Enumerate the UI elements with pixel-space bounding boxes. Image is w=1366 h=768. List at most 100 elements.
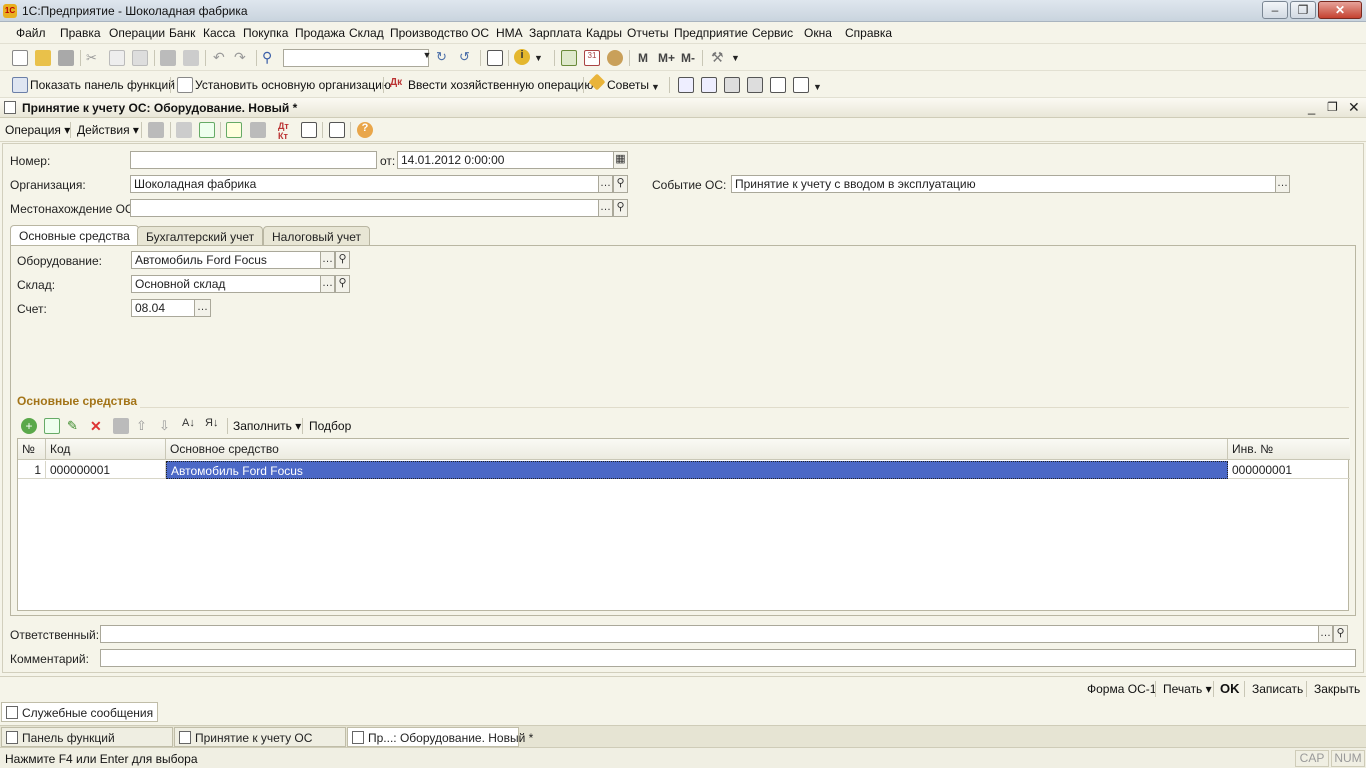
- tips-button[interactable]: Советы: [607, 78, 649, 92]
- memory-m-button[interactable]: M: [638, 51, 648, 65]
- close-form-button[interactable]: Закрыть: [1314, 682, 1360, 696]
- calendar-icon[interactable]: 31: [584, 50, 600, 66]
- cut-icon[interactable]: ✂: [86, 50, 102, 66]
- menu-enterprise[interactable]: Предприятие: [674, 26, 748, 40]
- menu-hr[interactable]: Кадры: [586, 26, 622, 40]
- tools-icon[interactable]: ⚒: [711, 49, 727, 65]
- assets-table[interactable]: № Код Основное средство Инв. № 1 0000000…: [17, 438, 1350, 611]
- calculator-icon[interactable]: [561, 50, 577, 66]
- post-icon[interactable]: [148, 122, 164, 138]
- memory-minus-button[interactable]: M-: [681, 51, 695, 65]
- save-icon[interactable]: [58, 50, 74, 66]
- menu-purchase[interactable]: Покупка: [243, 26, 288, 40]
- warehouse-search-icon[interactable]: ⚲: [335, 275, 350, 293]
- menu-bank[interactable]: Банк: [169, 26, 195, 40]
- show-panel-button[interactable]: Показать панель функций: [30, 78, 175, 92]
- search-icon[interactable]: ⚲: [262, 49, 278, 65]
- menu-warehouse[interactable]: Склад: [349, 26, 384, 40]
- copy-row-icon[interactable]: [44, 418, 60, 434]
- print-button[interactable]: Печать ▾: [1163, 682, 1212, 696]
- maximize-button[interactable]: ❐: [1290, 1, 1316, 19]
- structure-icon[interactable]: [250, 122, 266, 138]
- number-field[interactable]: [130, 151, 377, 169]
- tab-fixed-assets[interactable]: Основные средства: [10, 225, 139, 246]
- close-button[interactable]: ✕: [1318, 1, 1362, 19]
- date-field[interactable]: 14.01.2012 0:00:00: [397, 151, 614, 169]
- copy-icon[interactable]: [109, 50, 125, 66]
- operation-menu[interactable]: Операция ▾: [5, 123, 70, 137]
- new-document-icon[interactable]: [12, 50, 28, 66]
- row-number-cell[interactable]: 1: [18, 461, 46, 479]
- task-current-document[interactable]: Пр...: Оборудование. Новый *: [347, 727, 533, 747]
- find-prev-icon[interactable]: ↺: [459, 49, 475, 65]
- event-select-button[interactable]: …: [1275, 175, 1290, 193]
- find-next-icon[interactable]: ↻: [436, 49, 452, 65]
- help-icon[interactable]: ?: [357, 122, 373, 138]
- menu-reports[interactable]: Отчеты: [627, 26, 668, 40]
- set-main-org-button[interactable]: Установить основную организацию: [195, 78, 391, 92]
- row-asset-cell[interactable]: Автомобиль Ford Focus: [166, 461, 1228, 479]
- chart-of-accounts-icon[interactable]: [701, 77, 717, 93]
- open-folder-icon[interactable]: [35, 50, 51, 66]
- menu-edit[interactable]: Правка: [60, 26, 101, 40]
- select-button[interactable]: Подбор: [309, 419, 351, 433]
- windows-list-icon[interactable]: [487, 50, 503, 66]
- unpost-icon[interactable]: [176, 122, 192, 138]
- menu-production[interactable]: Производство: [390, 26, 468, 40]
- save-button[interactable]: Записать: [1252, 682, 1303, 696]
- task-function-panel[interactable]: Панель функций: [1, 727, 173, 747]
- doc-close-button[interactable]: ✕: [1348, 99, 1360, 116]
- account-field[interactable]: 08.04: [131, 299, 195, 317]
- menu-sale[interactable]: Продажа: [295, 26, 345, 40]
- search-combo-input[interactable]: [283, 49, 429, 67]
- responsible-search-icon[interactable]: ⚲: [1333, 625, 1348, 643]
- comment-field[interactable]: [100, 649, 1356, 667]
- move-down-icon[interactable]: ⇩: [159, 418, 175, 434]
- column-header-code[interactable]: Код: [46, 439, 166, 460]
- location-search-icon[interactable]: ⚲: [613, 199, 628, 217]
- tab-tax[interactable]: Налоговый учет: [263, 226, 370, 246]
- sort-asc-icon[interactable]: А↓: [182, 417, 198, 433]
- warehouse-select-button[interactable]: …: [320, 275, 335, 293]
- warehouse-field[interactable]: Основной склад: [131, 275, 321, 293]
- memory-plus-button[interactable]: M+: [658, 51, 675, 65]
- organization-select-button[interactable]: …: [598, 175, 613, 193]
- menu-operations[interactable]: Операции: [109, 26, 165, 40]
- organization-search-icon[interactable]: ⚲: [613, 175, 628, 193]
- fill-button[interactable]: Заполнить ▾: [233, 419, 301, 433]
- event-field[interactable]: Принятие к учету с вводом в эксплуатацию: [731, 175, 1276, 193]
- column-header-number[interactable]: №: [18, 439, 46, 460]
- menu-cash[interactable]: Касса: [203, 26, 235, 40]
- dt-kt-icon[interactable]: Дт Кт: [278, 121, 294, 141]
- print-icon[interactable]: [160, 50, 176, 66]
- doc-minimize-button[interactable]: _: [1308, 100, 1315, 115]
- minimize-button[interactable]: –: [1262, 1, 1288, 19]
- account-select-button[interactable]: …: [194, 299, 211, 317]
- chevron-down-icon[interactable]: ▼: [731, 53, 747, 69]
- menu-fixed-assets[interactable]: ОС: [471, 26, 489, 40]
- task-fa-journal[interactable]: Принятие к учету ОС: [174, 727, 346, 747]
- equipment-field[interactable]: Автомобиль Ford Focus: [131, 251, 321, 269]
- responsible-select-button[interactable]: …: [1318, 625, 1333, 643]
- list-settings-icon[interactable]: [329, 122, 345, 138]
- contractors-icon[interactable]: [747, 77, 763, 93]
- menu-help[interactable]: Справка: [845, 26, 892, 40]
- menu-file[interactable]: Файл: [16, 26, 46, 40]
- report-icon[interactable]: [793, 77, 809, 93]
- menu-windows[interactable]: Окна: [804, 26, 832, 40]
- journal-icon[interactable]: [678, 77, 694, 93]
- organization-field[interactable]: Шоколадная фабрика: [130, 175, 599, 193]
- equipment-select-button[interactable]: …: [320, 251, 335, 269]
- ok-button[interactable]: OK: [1220, 681, 1240, 696]
- responsible-field[interactable]: [100, 625, 1319, 643]
- end-edit-icon[interactable]: [113, 418, 129, 434]
- menu-intangibles[interactable]: НМА: [496, 26, 523, 40]
- location-field[interactable]: [130, 199, 599, 217]
- chevron-down-icon[interactable]: ▼: [813, 82, 829, 98]
- chevron-down-icon[interactable]: ▼: [534, 53, 550, 69]
- row-code-cell[interactable]: 000000001: [46, 461, 166, 479]
- column-header-inventory[interactable]: Инв. №: [1228, 439, 1350, 460]
- documents-icon[interactable]: [770, 77, 786, 93]
- move-up-icon[interactable]: ⇧: [136, 418, 152, 434]
- actions-menu[interactable]: Действия ▾: [77, 123, 139, 137]
